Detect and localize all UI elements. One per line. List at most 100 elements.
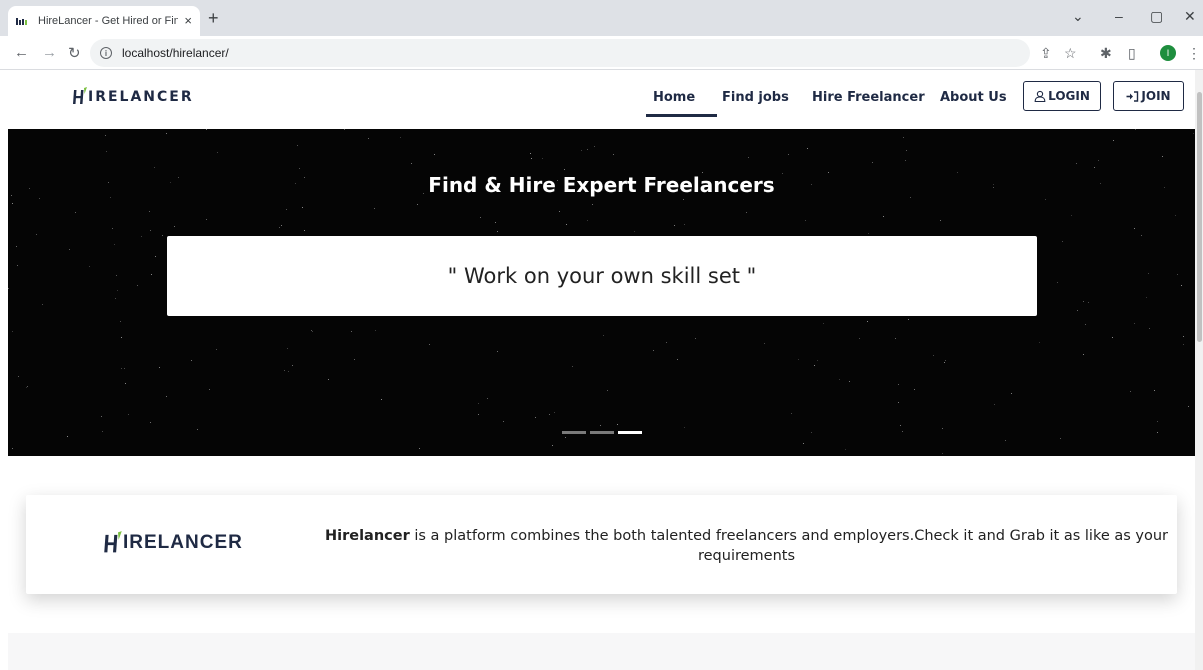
- nav-link-find-jobs[interactable]: Find jobs: [722, 90, 789, 105]
- close-window-icon[interactable]: ✕: [1184, 8, 1196, 25]
- star-dot: [683, 199, 684, 200]
- join-label: JOIN: [1141, 89, 1171, 103]
- about-text: is a platform combines the both talented…: [409, 528, 1169, 564]
- star-dot: [312, 331, 313, 332]
- star-dot: [764, 343, 765, 344]
- star-dot: [375, 330, 376, 331]
- share-icon[interactable]: ⇪: [1040, 45, 1052, 62]
- address-bar[interactable]: i localhost/hirelancer/: [90, 39, 1030, 67]
- star-dot: [503, 421, 504, 422]
- star-icon[interactable]: ☆: [1064, 45, 1077, 62]
- logo-h-icon: [73, 87, 87, 104]
- tab-close-icon[interactable]: ×: [184, 13, 192, 28]
- star-dot: [1146, 297, 1147, 298]
- star-dot: [572, 366, 573, 367]
- login-button[interactable]: LOGIN: [1023, 81, 1101, 111]
- star-dot: [1060, 438, 1061, 439]
- star-dot: [297, 145, 298, 146]
- star-dot: [839, 379, 840, 380]
- star-dot: [895, 338, 896, 339]
- star-dot: [141, 236, 142, 237]
- nav-link-hire-freelancer[interactable]: Hire Freelancer: [812, 90, 925, 105]
- star-dot: [112, 228, 113, 229]
- nav-link-about-us[interactable]: About Us: [940, 90, 1007, 105]
- star-dot: [914, 389, 915, 390]
- star-dot: [417, 204, 418, 205]
- star-dot: [1083, 354, 1084, 355]
- menu-icon[interactable]: ⋮: [1187, 45, 1201, 62]
- star-dot: [603, 335, 604, 336]
- star-dot: [89, 266, 90, 267]
- side-panel-icon[interactable]: ▯: [1128, 45, 1136, 62]
- next-section: [8, 633, 1195, 670]
- star-dot: [121, 368, 122, 369]
- carousel-indicator-1[interactable]: [562, 431, 586, 434]
- star-dot: [411, 163, 412, 164]
- star-dot: [209, 389, 210, 390]
- star-dot: [1149, 328, 1150, 329]
- star-dot: [906, 150, 907, 151]
- star-dot: [898, 384, 899, 385]
- about-logo: IRELANCER: [103, 531, 243, 555]
- nav-link-home[interactable]: Home: [653, 90, 695, 105]
- star-dot: [151, 274, 152, 275]
- star-dot: [400, 137, 401, 138]
- info-icon[interactable]: i: [100, 47, 112, 59]
- star-dot: [42, 304, 43, 305]
- star-dot: [1154, 390, 1155, 391]
- star-dot: [859, 338, 860, 339]
- forward-icon[interactable]: →: [42, 44, 57, 61]
- star-dot: [788, 154, 789, 155]
- star-dot: [900, 425, 901, 426]
- about-description: Hirelancer is a platform combines the bo…: [324, 526, 1169, 566]
- browser-tab[interactable]: HireLancer - Get Hired or Find Em ×: [8, 6, 200, 36]
- star-dot: [883, 216, 884, 217]
- star-dot: [75, 212, 76, 213]
- star-dot: [1005, 440, 1006, 441]
- carousel-indicator-2[interactable]: [590, 431, 614, 434]
- star-dot: [531, 158, 532, 159]
- new-tab-icon[interactable]: +: [208, 8, 219, 29]
- tab-search-icon[interactable]: ⌄: [1072, 8, 1084, 25]
- star-dot: [552, 445, 553, 446]
- active-nav-indicator: [646, 114, 717, 117]
- profile-avatar[interactable]: I: [1160, 45, 1176, 61]
- back-icon[interactable]: ←: [14, 44, 29, 61]
- star-dot: [666, 342, 667, 343]
- star-dot: [530, 153, 531, 154]
- restore-icon[interactable]: ▢: [1150, 8, 1163, 25]
- star-dot: [487, 398, 488, 399]
- star-dot: [908, 319, 909, 320]
- minimize-icon[interactable]: –: [1115, 8, 1123, 24]
- star-dot: [1188, 406, 1189, 407]
- star-dot: [1130, 391, 1131, 392]
- star-dot: [368, 138, 369, 139]
- hero-quote: " Work on your own skill set ": [447, 264, 757, 288]
- star-dot: [1039, 342, 1040, 343]
- star-dot: [206, 219, 207, 220]
- star-dot: [1076, 163, 1077, 164]
- site-logo[interactable]: IRELANCER: [72, 87, 194, 106]
- join-button[interactable]: JOIN: [1113, 81, 1184, 111]
- about-brand: Hirelancer: [324, 528, 410, 544]
- star-dot: [867, 321, 868, 322]
- reload-icon[interactable]: ↻: [68, 44, 81, 62]
- carousel-indicator-3[interactable]: [618, 431, 642, 434]
- scrollbar-thumb[interactable]: [1197, 92, 1202, 342]
- star-dot: [26, 387, 27, 388]
- sign-in-icon: [1126, 90, 1139, 102]
- star-dot: [166, 133, 167, 134]
- star-dot: [903, 137, 904, 138]
- extensions-icon[interactable]: ✱: [1100, 45, 1112, 62]
- star-dot: [429, 344, 430, 345]
- url-text[interactable]: localhost/hirelancer/: [122, 46, 229, 60]
- star-dot: [154, 167, 155, 168]
- star-dot: [1134, 323, 1135, 324]
- star-dot: [137, 285, 138, 286]
- star-dot: [849, 381, 850, 382]
- page-scrollbar[interactable]: [1195, 70, 1203, 670]
- star-dot: [162, 235, 163, 236]
- star-dot: [125, 383, 126, 384]
- star-dot: [600, 425, 601, 426]
- star-dot: [634, 231, 635, 232]
